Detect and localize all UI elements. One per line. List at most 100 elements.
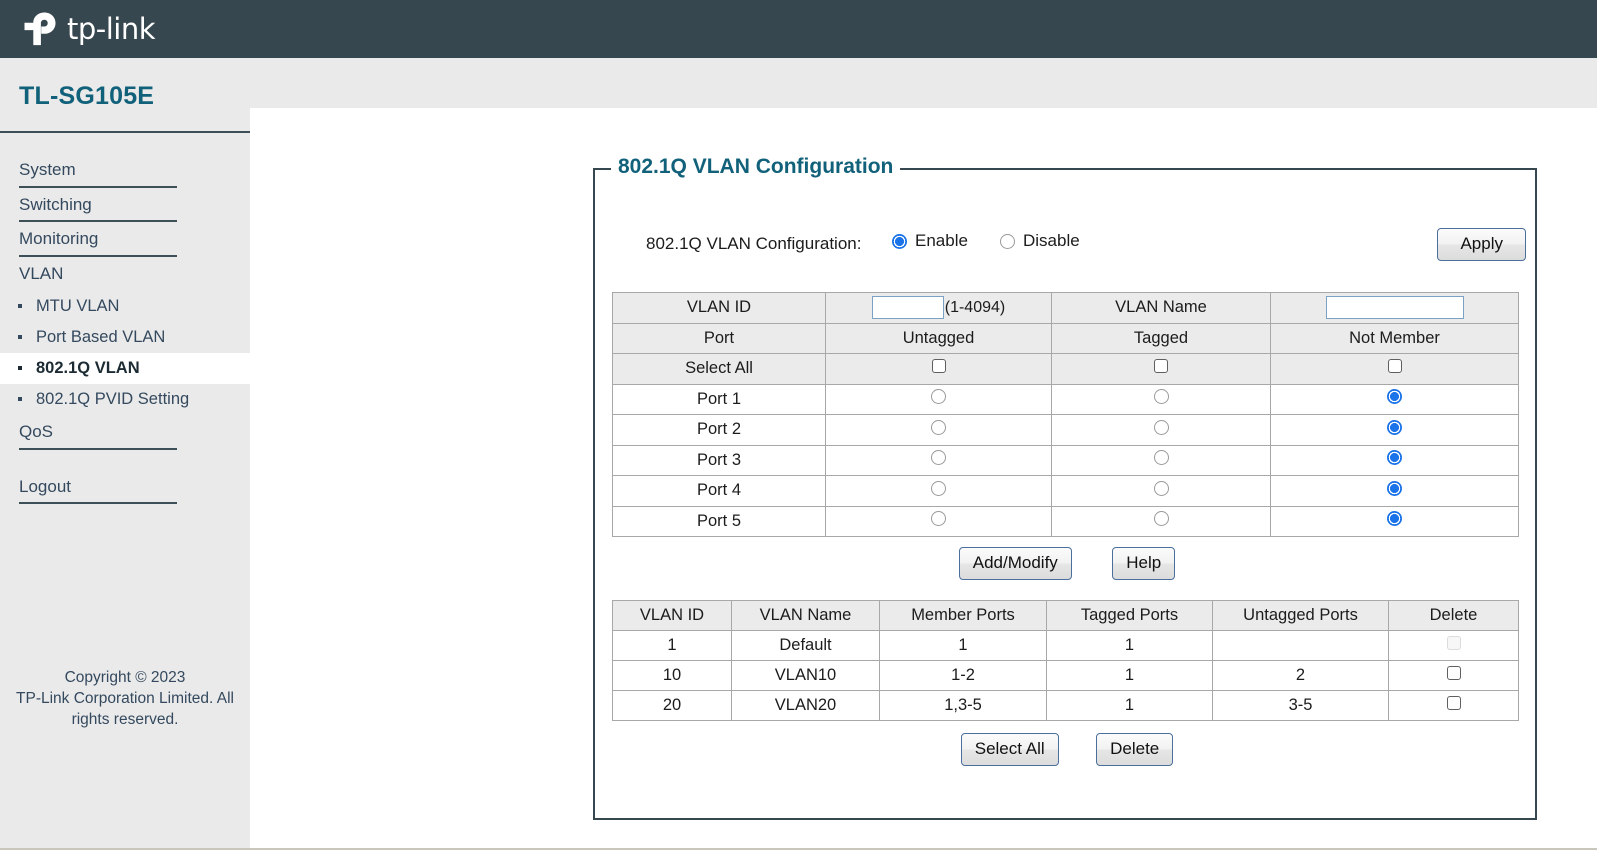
port-1-notmember-radio[interactable] bbox=[1387, 389, 1402, 405]
port-5-tagged-cell bbox=[1051, 505, 1271, 537]
port-5-notmember-cell bbox=[1270, 505, 1519, 537]
sidebar-item-logout[interactable]: Logout bbox=[0, 470, 250, 505]
port-2-untagged-radio[interactable] bbox=[931, 419, 946, 435]
radio-disable[interactable]: Disable bbox=[1000, 231, 1080, 251]
vlan-name-input-cell bbox=[1270, 292, 1519, 324]
sidebar-item-label: Monitoring bbox=[19, 229, 99, 249]
port-1-untagged-radio[interactable] bbox=[931, 389, 946, 405]
port-5-untagged-radio[interactable] bbox=[931, 511, 946, 527]
port-label: Port 2 bbox=[612, 414, 826, 446]
table-row: Port 4 bbox=[612, 475, 1519, 507]
apply-button[interactable]: Apply bbox=[1437, 228, 1526, 261]
port-3-untagged-radio[interactable] bbox=[931, 450, 946, 466]
cell-vlan-id: 10 bbox=[612, 660, 732, 691]
sidebar-item-monitoring[interactable]: Monitoring bbox=[0, 222, 250, 257]
cell-vlan-id: 1 bbox=[612, 630, 732, 661]
column-header-vlan-name: VLAN Name bbox=[731, 600, 880, 631]
delete-checkbox-vlan-1 bbox=[1446, 636, 1461, 650]
page-bottom-divider bbox=[0, 848, 1597, 850]
select-all-untagged-checkbox[interactable] bbox=[931, 359, 946, 374]
delete-checkbox-vlan-20[interactable] bbox=[1446, 696, 1461, 710]
header-tagged: Tagged bbox=[1051, 322, 1271, 354]
vlan-column-header-row: Port Untagged Tagged Not Member bbox=[612, 322, 1519, 354]
sidebar-item-switching[interactable]: Switching bbox=[0, 188, 250, 223]
vlan-name-label-cell: VLAN Name bbox=[1051, 292, 1271, 324]
vlan-action-buttons: Add/Modify Help bbox=[595, 547, 1539, 580]
port-5-tagged-radio[interactable] bbox=[1153, 511, 1169, 527]
vlan-id-range-hint: (1-4094) bbox=[944, 298, 1006, 316]
radio-enable-label: Enable bbox=[915, 231, 968, 250]
table-row: Port 3 bbox=[612, 444, 1519, 476]
port-label: Port 5 bbox=[612, 505, 826, 537]
sidebar-item-8021q-vlan[interactable]: 802.1Q VLAN bbox=[0, 353, 250, 385]
tp-link-logo-icon bbox=[24, 12, 56, 46]
port-3-notmember-radio[interactable] bbox=[1387, 450, 1402, 466]
add-modify-button[interactable]: Add/Modify bbox=[958, 547, 1072, 580]
cell-vlan-name: VLAN20 bbox=[731, 690, 880, 721]
port-3-tagged-cell bbox=[1051, 444, 1271, 476]
sidebar-item-mtu-vlan[interactable]: MTU VLAN bbox=[0, 291, 250, 322]
port-4-tagged-radio[interactable] bbox=[1153, 480, 1169, 496]
delete-checkbox-vlan-10[interactable] bbox=[1446, 666, 1461, 680]
column-header-member-ports: Member Ports bbox=[879, 600, 1047, 631]
vlan-list-action-buttons: Select All Delete bbox=[595, 733, 1539, 766]
table-row: Port 1 bbox=[612, 383, 1519, 415]
sidebar-item-label: Logout bbox=[19, 476, 71, 496]
column-header-vlan-id: VLAN ID bbox=[612, 600, 732, 631]
sidebar-item-qos[interactable]: QoS bbox=[0, 415, 250, 450]
port-4-tagged-cell bbox=[1051, 475, 1271, 507]
port-label: Port 4 bbox=[612, 475, 826, 507]
header-untagged: Untagged bbox=[825, 322, 1052, 354]
cell-vlan-name: VLAN10 bbox=[731, 660, 880, 691]
copyright-line-2: TP-Link Corporation Limited. All bbox=[16, 689, 234, 707]
panel-title: 802.1Q VLAN Configuration bbox=[611, 155, 901, 179]
vlan-id-name-row: VLAN ID (1-4094) VLAN Name bbox=[612, 292, 1519, 324]
select-all-tagged-checkbox[interactable] bbox=[1154, 359, 1168, 374]
sidebar-item-vlan[interactable]: VLAN bbox=[0, 257, 250, 292]
cell-vlan-id: 20 bbox=[612, 690, 732, 721]
sidebar-nav: System Switching Monitoring VLAN MTU VLA… bbox=[0, 153, 250, 504]
port-3-notmember-cell bbox=[1270, 444, 1519, 476]
port-2-notmember-radio[interactable] bbox=[1387, 419, 1402, 435]
cell-untagged-ports: 2 bbox=[1212, 660, 1389, 691]
sidebar-item-system[interactable]: System bbox=[0, 153, 250, 188]
port-1-tagged-radio[interactable] bbox=[1153, 389, 1169, 405]
cell-member-ports: 1,3-5 bbox=[879, 690, 1047, 721]
delete-button[interactable]: Delete bbox=[1096, 733, 1174, 766]
table-row: 1 Default 1 1 bbox=[612, 630, 1519, 661]
table-row: 20 VLAN20 1,3-5 1 3-5 bbox=[612, 690, 1519, 721]
vlan-id-input[interactable] bbox=[871, 296, 944, 320]
sidebar-item-port-based-vlan[interactable]: Port Based VLAN bbox=[0, 322, 250, 353]
select-all-label: Select All bbox=[612, 353, 826, 385]
port-5-notmember-radio[interactable] bbox=[1387, 511, 1402, 527]
sidebar-item-8021q-pvid-setting[interactable]: 802.1Q PVID Setting bbox=[0, 384, 250, 415]
port-4-untagged-radio[interactable] bbox=[931, 480, 946, 496]
cell-member-ports: 1-2 bbox=[879, 660, 1047, 691]
radio-enable-icon[interactable] bbox=[892, 233, 907, 249]
radio-disable-icon[interactable] bbox=[1000, 233, 1015, 249]
cell-delete bbox=[1388, 630, 1519, 661]
vlan-id-label-cell: VLAN ID bbox=[612, 292, 826, 324]
help-button[interactable]: Help bbox=[1112, 547, 1176, 580]
sidebar-item-label: Port Based VLAN bbox=[36, 328, 166, 347]
port-2-tagged-radio[interactable] bbox=[1153, 419, 1169, 435]
port-4-notmember-radio[interactable] bbox=[1387, 480, 1402, 496]
port-label: Port 3 bbox=[612, 444, 826, 476]
brand-logo[interactable]: tp-link bbox=[20, 8, 156, 50]
radio-enable[interactable]: Enable bbox=[892, 231, 968, 251]
vlan-config-table: VLAN ID (1-4094) VLAN Name Port Untagged… bbox=[612, 292, 1519, 537]
table-row: Port 5 bbox=[612, 505, 1519, 537]
port-2-notmember-cell bbox=[1270, 414, 1519, 446]
port-1-notmember-cell bbox=[1270, 383, 1519, 415]
copyright-line-1: Copyright © 2023 bbox=[64, 669, 186, 686]
table-row: Port 2 bbox=[612, 414, 1519, 446]
port-1-tagged-cell bbox=[1051, 383, 1271, 415]
select-all-button[interactable]: Select All bbox=[960, 733, 1059, 766]
select-all-notmember-checkbox[interactable] bbox=[1387, 359, 1402, 374]
copyright-line-3: rights reserved. bbox=[71, 710, 179, 728]
cell-tagged-ports: 1 bbox=[1046, 690, 1213, 721]
port-3-tagged-radio[interactable] bbox=[1153, 450, 1169, 466]
cell-tagged-ports: 1 bbox=[1046, 630, 1213, 661]
vlan-name-input[interactable] bbox=[1325, 296, 1464, 320]
